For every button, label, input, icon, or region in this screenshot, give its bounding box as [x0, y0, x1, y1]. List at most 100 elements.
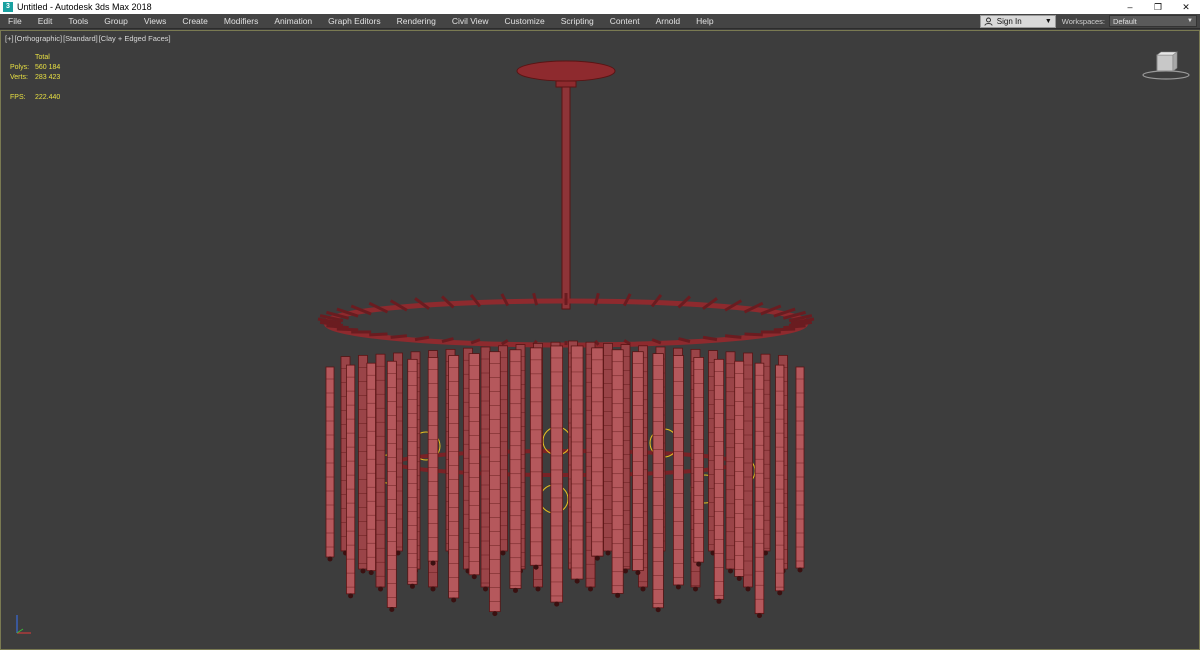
rod-tip	[615, 592, 621, 598]
rod-tip	[451, 597, 457, 603]
rod-tip	[409, 583, 415, 589]
crystal-rod	[468, 353, 480, 576]
rod-tip	[574, 578, 580, 584]
rod-tip	[797, 567, 803, 573]
viewport-statistics: Total Polys: 560 184 Verts: 283 423 FPS:…	[10, 53, 60, 103]
menu-file[interactable]: File	[0, 14, 30, 29]
crystal-rod	[346, 364, 356, 595]
rod-tip	[430, 586, 436, 592]
ring-arm	[773, 327, 796, 332]
crystal-rod	[693, 357, 704, 563]
crystal-rod	[591, 347, 604, 557]
ring-arm	[724, 334, 742, 339]
viewport-label-menu: [+] [Orthographic] [Standard] [Clay + Ed…	[5, 34, 171, 43]
viewport-display-mode-menu[interactable]: [Clay + Edged Faces]	[99, 34, 171, 43]
crystal-rod	[734, 360, 745, 577]
rod-tip	[655, 607, 661, 613]
menu-content[interactable]: Content	[602, 14, 648, 29]
crystal-rod	[550, 345, 564, 603]
canopy-neck	[555, 80, 577, 88]
ring-arm	[390, 334, 408, 339]
menu-tools[interactable]: Tools	[60, 14, 96, 29]
crystal-rod	[375, 353, 386, 588]
axis-tripod-icon	[16, 615, 31, 634]
stats-fps-value: 222.440	[35, 94, 61, 101]
viewport-point-of-view-menu[interactable]: [Orthographic]	[15, 34, 63, 43]
crystal-rod	[480, 346, 491, 588]
menu-group[interactable]: Group	[96, 14, 136, 29]
crystal-rod	[386, 360, 397, 608]
rod-tip	[777, 590, 783, 596]
rod-tip	[594, 555, 600, 561]
menu-animation[interactable]: Animation	[266, 14, 320, 29]
menu-arnold[interactable]: Arnold	[648, 14, 689, 29]
viewport-orthographic[interactable]: [+] [Orthographic] [Standard] [Clay + Ed…	[0, 30, 1200, 650]
viewport-plus-menu[interactable]: [+]	[5, 34, 14, 43]
menu-rendering[interactable]: Rendering	[389, 14, 444, 29]
minimize-icon[interactable]: –	[1116, 0, 1144, 14]
rod-tip	[368, 570, 374, 576]
stats-fps-label: FPS:	[10, 94, 26, 101]
ring-arm	[369, 332, 388, 337]
menu-customize[interactable]: Customize	[497, 14, 553, 29]
rod-tip	[693, 586, 698, 592]
crystal-rod	[775, 364, 785, 592]
viewcube-icon[interactable]	[1141, 51, 1191, 81]
user-icon	[984, 17, 993, 26]
menu-civil-view[interactable]: Civil View	[444, 14, 497, 29]
rod-tip	[588, 586, 593, 592]
menu-scripting[interactable]: Scripting	[553, 14, 602, 29]
stats-polys-value: 560 184	[35, 64, 61, 71]
window-controls: – ❐ ✕	[1116, 0, 1200, 14]
canopy	[516, 60, 616, 82]
chevron-down-icon: ▼	[1044, 17, 1052, 25]
menu-modifiers[interactable]: Modifiers	[216, 14, 266, 29]
ring-arm	[336, 327, 359, 332]
crystal-rod	[448, 355, 460, 599]
menu-edit[interactable]: Edit	[30, 14, 61, 29]
restore-icon[interactable]: ❐	[1144, 0, 1172, 14]
close-icon[interactable]: ✕	[1172, 0, 1200, 14]
chevron-down-icon: ▼	[1187, 18, 1193, 24]
crystal-rod	[366, 362, 376, 572]
rod-tip	[728, 568, 733, 574]
viewport-shading-standard-menu[interactable]: [Standard]	[63, 34, 98, 43]
sign-in-button[interactable]: Sign In ▼	[979, 14, 1056, 28]
crystal-rod	[713, 358, 725, 600]
rod-tip	[756, 613, 762, 619]
hanging-rod	[561, 86, 571, 310]
rod-tip	[605, 550, 611, 556]
rod-tip	[533, 564, 539, 570]
rod-tip	[745, 586, 751, 592]
rod-tip	[716, 598, 722, 604]
crystal-rod	[407, 358, 418, 585]
crystal-rod	[603, 342, 613, 552]
menu-views[interactable]: Views	[136, 14, 175, 29]
rod-tip	[327, 556, 333, 562]
stats-verts-value: 283 423	[35, 74, 61, 81]
menu-help[interactable]: Help	[688, 14, 721, 29]
rod-tip	[471, 574, 477, 580]
stats-fps-row: FPS: 222.440	[10, 93, 60, 103]
rod-tip	[360, 568, 366, 574]
crystal-rod	[529, 347, 543, 566]
crystal-rod	[725, 351, 736, 570]
rod-tip	[554, 601, 560, 607]
stats-verts-row: Verts: 283 423	[10, 73, 60, 83]
workspaces-dropdown[interactable]: Default ▼	[1109, 15, 1197, 27]
crystal-rod	[358, 354, 368, 570]
stats-verts-label: Verts:	[10, 74, 28, 81]
crystal-rod	[632, 351, 644, 572]
menu-create[interactable]: Create	[174, 14, 216, 29]
rod-tip	[389, 606, 395, 612]
title-bar: 3 Untitled - Autodesk 3ds Max 2018 – ❐ ✕	[0, 0, 1200, 14]
rod-tip	[535, 586, 541, 592]
crystal-rod	[427, 357, 439, 562]
rod-tip	[675, 584, 681, 590]
chandelier-model[interactable]	[1, 31, 1199, 649]
crystal-rod	[489, 351, 501, 613]
menu-graph-editors[interactable]: Graph Editors	[320, 14, 388, 29]
crystal-rod	[743, 352, 753, 588]
sign-in-label: Sign In	[996, 16, 1022, 26]
rod-tip	[348, 593, 354, 599]
